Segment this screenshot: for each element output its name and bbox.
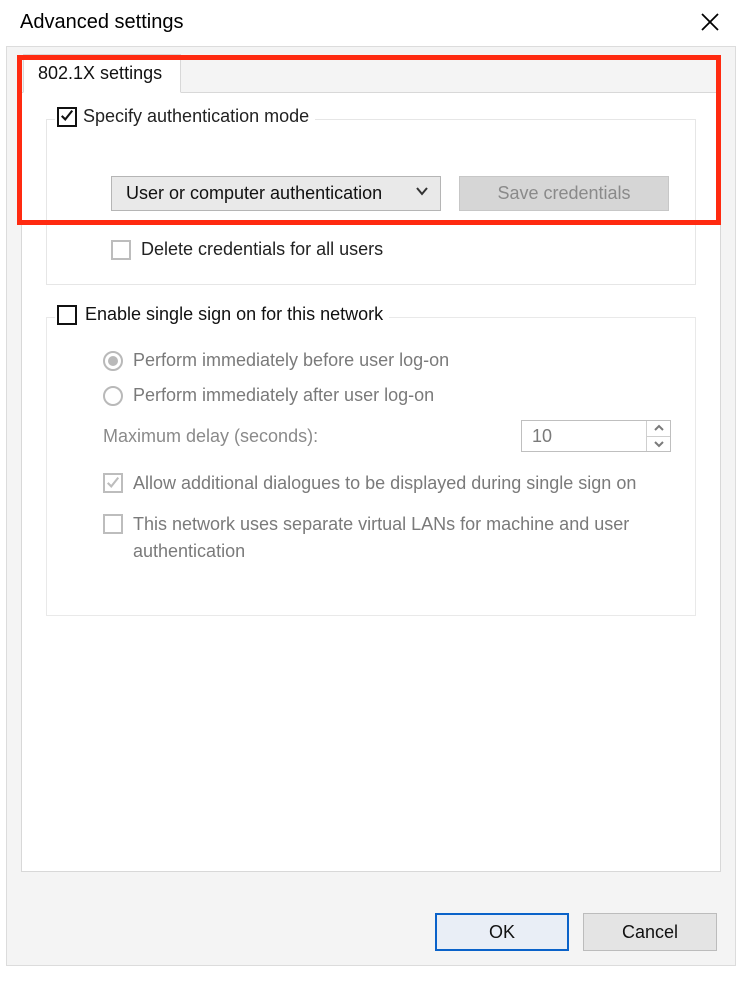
enable-sso-checkbox[interactable] bbox=[57, 305, 77, 325]
radio-before-logon-label: Perform immediately before user log-on bbox=[133, 350, 449, 371]
cancel-button[interactable]: Cancel bbox=[583, 913, 717, 951]
group-single-sign-on: Enable single sign on for this network P… bbox=[46, 317, 696, 616]
auth-mode-selected-value: User or computer authentication bbox=[126, 183, 382, 204]
delete-credentials-row: Delete credentials for all users bbox=[111, 239, 671, 260]
specify-auth-mode-label: Specify authentication mode bbox=[83, 106, 309, 127]
chevron-up-icon bbox=[654, 424, 664, 432]
radio-before-logon-row: Perform immediately before user log-on bbox=[103, 350, 671, 371]
tab-page-8021x: Specify authentication mode User or comp… bbox=[21, 92, 721, 872]
chevron-down-icon bbox=[654, 440, 664, 448]
max-delay-row: Maximum delay (seconds): 10 bbox=[103, 420, 671, 452]
spinner-down bbox=[647, 437, 670, 452]
max-delay-spinner: 10 bbox=[521, 420, 671, 452]
delete-credentials-checkbox[interactable] bbox=[111, 240, 131, 260]
enable-sso-label: Enable single sign on for this network bbox=[85, 304, 383, 325]
separate-vlan-checkbox bbox=[103, 514, 123, 534]
spinner-up bbox=[647, 421, 670, 437]
group-specify-auth-mode: Specify authentication mode User or comp… bbox=[46, 119, 696, 285]
tab-strip: 802.1X settings bbox=[23, 53, 735, 92]
max-delay-label: Maximum delay (seconds): bbox=[103, 426, 318, 447]
radio-before-logon bbox=[103, 351, 123, 371]
close-icon bbox=[700, 12, 720, 32]
enable-sso-legend: Enable single sign on for this network bbox=[55, 304, 389, 325]
auth-mode-dropdown[interactable]: User or computer authentication bbox=[111, 176, 441, 211]
radio-after-logon-label: Perform immediately after user log-on bbox=[133, 385, 434, 406]
dialog-footer: OK Cancel bbox=[435, 913, 717, 951]
auth-mode-row: User or computer authentication Save cre… bbox=[111, 176, 671, 211]
radio-after-logon-row: Perform immediately after user log-on bbox=[103, 385, 671, 406]
delete-credentials-label: Delete credentials for all users bbox=[141, 239, 383, 260]
chevron-down-icon bbox=[414, 183, 430, 204]
close-button[interactable] bbox=[696, 8, 724, 36]
specify-auth-mode-checkbox[interactable] bbox=[57, 107, 77, 127]
specify-auth-mode-legend: Specify authentication mode bbox=[55, 106, 315, 127]
spinner-arrows bbox=[646, 421, 670, 451]
separate-vlan-label: This network uses separate virtual LANs … bbox=[133, 511, 671, 565]
save-credentials-button: Save credentials bbox=[459, 176, 669, 211]
tab-8021x-settings[interactable]: 802.1X settings bbox=[23, 54, 181, 93]
titlebar: Advanced settings bbox=[0, 0, 742, 46]
ok-button[interactable]: OK bbox=[435, 913, 569, 951]
radio-after-logon bbox=[103, 386, 123, 406]
allow-dialogues-label: Allow additional dialogues to be display… bbox=[133, 470, 636, 497]
window-title: Advanced settings bbox=[20, 11, 183, 34]
allow-dialogues-row: Allow additional dialogues to be display… bbox=[103, 470, 671, 497]
max-delay-value: 10 bbox=[522, 421, 646, 451]
dialog-client-area: 802.1X settings Specify authentication m… bbox=[6, 46, 736, 966]
separate-vlan-row: This network uses separate virtual LANs … bbox=[103, 511, 671, 565]
allow-dialogues-checkbox bbox=[103, 473, 123, 493]
